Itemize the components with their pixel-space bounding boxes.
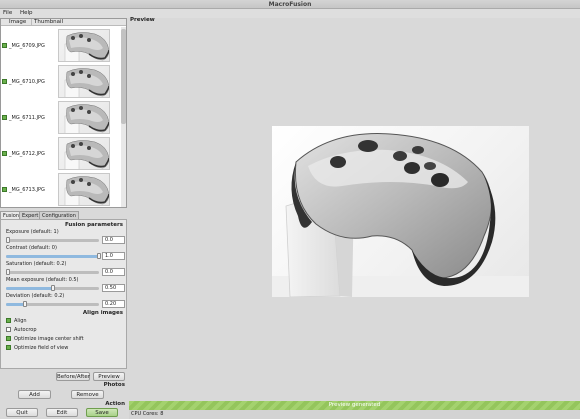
- align-images-heading: Align images: [82, 310, 123, 316]
- image-list-header: Image Thumbnail: [1, 19, 126, 26]
- left-panel: Image Thumbnail _MG_6709.JPG _MG_6710.JP…: [0, 18, 128, 419]
- slider-fill: [6, 303, 25, 306]
- progress-bar: Preview generated: [129, 401, 580, 410]
- exposure-label: Exposure (default: 1): [6, 229, 59, 235]
- list-item[interactable]: _MG_6709.JPG: [1, 27, 122, 63]
- remove-button[interactable]: Remove: [71, 390, 104, 399]
- image-filename: _MG_6712.JPG: [9, 151, 45, 157]
- include-checkbox[interactable]: [2, 115, 7, 120]
- thumbnail-image: [58, 29, 110, 62]
- cpu-cores-label: CPU Cores: 8: [131, 411, 164, 417]
- slider-handle[interactable]: [97, 253, 101, 259]
- thumbnail-image: [58, 173, 110, 206]
- slider-handle[interactable]: [6, 237, 10, 243]
- photos-heading: Photos: [103, 382, 125, 388]
- slider-fill: [6, 255, 99, 258]
- save-button[interactable]: Save: [86, 408, 118, 417]
- list-item[interactable]: _MG_6712.JPG: [1, 135, 122, 171]
- exposure-slider[interactable]: [6, 237, 99, 243]
- mean-exposure-slider[interactable]: [6, 285, 99, 291]
- field-of-view-label: Optimize field of view: [14, 345, 69, 351]
- autocrop-label: Autocrop: [14, 327, 37, 333]
- autocrop-checkbox[interactable]: [6, 327, 11, 332]
- include-checkbox[interactable]: [2, 43, 7, 48]
- settings-tabs: Fusion Expert Configuration: [0, 211, 128, 219]
- image-filename: _MG_6709.JPG: [9, 43, 45, 49]
- column-header-thumbnail[interactable]: Thumbnail: [34, 19, 63, 26]
- preview-heading: Preview: [130, 17, 155, 23]
- include-checkbox[interactable]: [2, 187, 7, 192]
- mean-exposure-spinbox[interactable]: 0.50: [102, 284, 125, 292]
- thumbnail-image: [58, 65, 110, 98]
- fusion-parameters-heading: Fusion parameters: [64, 222, 123, 228]
- saturation-slider[interactable]: [6, 269, 99, 275]
- preview-button[interactable]: Preview: [93, 372, 125, 381]
- slider-handle[interactable]: [22, 301, 27, 307]
- deviation-slider[interactable]: [6, 301, 99, 307]
- menu-help[interactable]: Help: [20, 10, 33, 16]
- image-filename: _MG_6713.JPG: [9, 187, 45, 193]
- scrollbar-thumb[interactable]: [121, 29, 126, 124]
- center-shift-checkbox-row[interactable]: Optimize image center shift: [6, 336, 84, 343]
- edit-button[interactable]: Edit: [46, 408, 78, 417]
- quit-button[interactable]: Quit: [6, 408, 38, 417]
- menu-file[interactable]: File: [3, 10, 12, 16]
- thumbnail-image: [58, 137, 110, 170]
- field-of-view-checkbox[interactable]: [6, 345, 11, 350]
- autocrop-checkbox-row[interactable]: Autocrop: [6, 327, 37, 334]
- exposure-spinbox[interactable]: 0.0: [102, 236, 125, 244]
- add-button[interactable]: Add: [18, 390, 51, 399]
- contrast-label: Contrast (default: 0): [6, 245, 57, 251]
- center-shift-label: Optimize image center shift: [14, 336, 84, 342]
- list-item[interactable]: _MG_6713.JPG: [1, 171, 122, 207]
- action-heading: Action: [105, 401, 125, 407]
- image-list[interactable]: Image Thumbnail _MG_6709.JPG _MG_6710.JP…: [0, 18, 127, 208]
- status-bar: Preview generated CPU Cores: 8: [129, 401, 580, 419]
- list-item[interactable]: _MG_6710.JPG: [1, 63, 122, 99]
- preview-image: [272, 126, 529, 297]
- image-filename: _MG_6710.JPG: [9, 79, 45, 85]
- deviation-spinbox[interactable]: 0.20: [102, 300, 125, 308]
- slider-handle[interactable]: [6, 269, 10, 275]
- before-after-button[interactable]: Before/After: [56, 372, 90, 381]
- field-of-view-checkbox-row[interactable]: Optimize field of view: [6, 345, 68, 352]
- column-header-image[interactable]: Image: [9, 19, 26, 26]
- tab-configuration[interactable]: Configuration: [39, 211, 79, 219]
- contrast-slider[interactable]: [6, 253, 101, 259]
- saturation-label: Saturation (default: 0.2): [6, 261, 67, 267]
- align-label: Align: [14, 318, 27, 324]
- slider-fill: [6, 287, 53, 290]
- deviation-label: Deviation (default: 0.2): [6, 293, 65, 299]
- image-list-scrollbar[interactable]: [121, 27, 126, 207]
- slider-handle[interactable]: [50, 285, 55, 291]
- image-filename: _MG_6711.JPG: [9, 115, 45, 121]
- align-checkbox[interactable]: [6, 318, 11, 323]
- list-item[interactable]: _MG_6711.JPG: [1, 99, 122, 135]
- include-checkbox[interactable]: [2, 151, 7, 156]
- mean-exposure-label: Mean exposure (default: 0.5): [6, 277, 79, 283]
- center-shift-checkbox[interactable]: [6, 336, 11, 341]
- saturation-spinbox[interactable]: 0.0: [102, 268, 125, 276]
- menu-bar: File Help: [0, 9, 580, 18]
- contrast-spinbox[interactable]: 1.0: [102, 252, 125, 260]
- include-checkbox[interactable]: [2, 79, 7, 84]
- thumbnail-image: [58, 101, 110, 134]
- window-title: MacroFusion: [0, 0, 580, 9]
- fusion-panel: Fusion parameters Exposure (default: 1) …: [0, 219, 127, 369]
- align-checkbox-row[interactable]: Align: [6, 318, 27, 325]
